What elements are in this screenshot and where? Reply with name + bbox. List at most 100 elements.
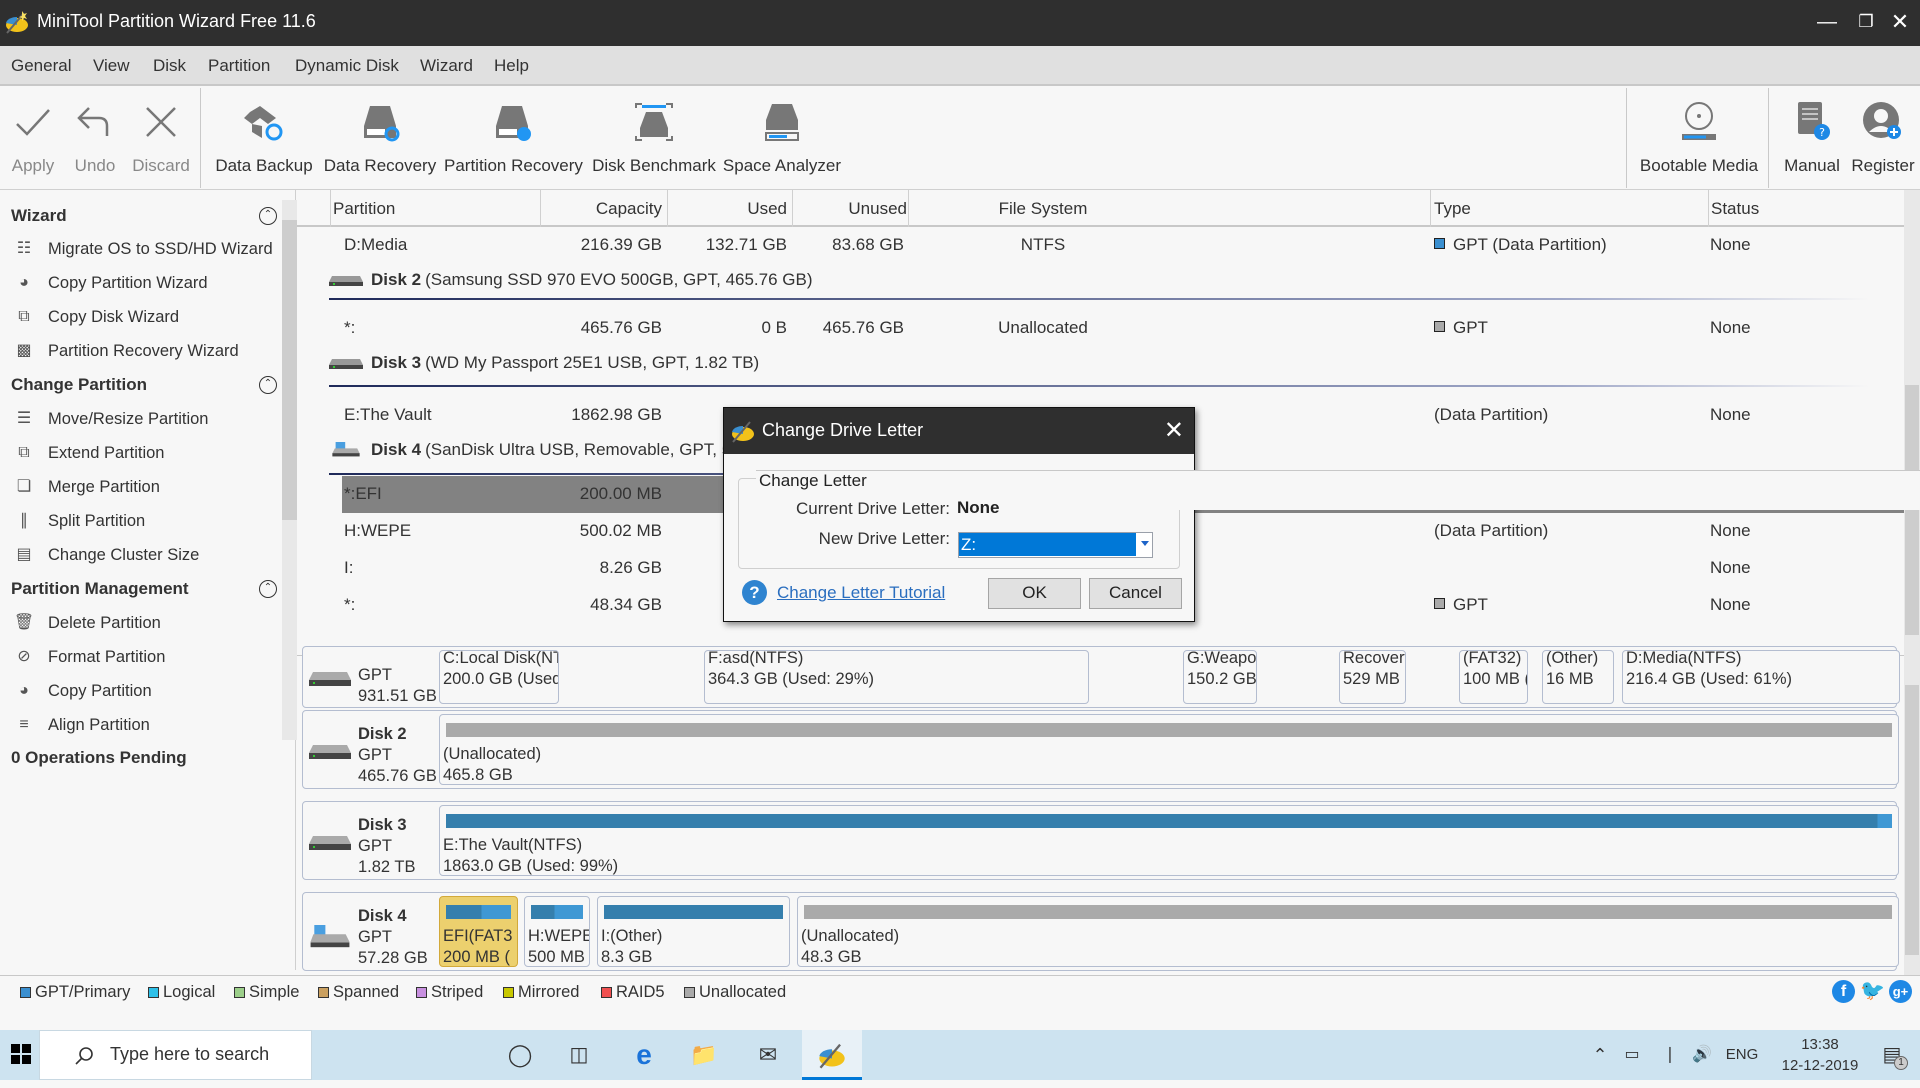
menu-general[interactable]: General bbox=[11, 56, 71, 76]
collapse-change-partition-icon[interactable]: ⌃ bbox=[259, 376, 277, 394]
sidebar-item-copy-partition[interactable]: ◕ Copy Partition bbox=[13, 680, 151, 702]
register-button[interactable]: Register bbox=[1850, 88, 1916, 190]
cancel-button[interactable]: Cancel bbox=[1089, 578, 1182, 609]
col-file-system[interactable]: File System bbox=[908, 199, 1178, 219]
partition-block[interactable]: H:WEPE(500 MB ( bbox=[524, 896, 590, 967]
partition-block[interactable]: (Unallocated) 465.8 GB bbox=[439, 714, 1899, 785]
sidebar-item-copy-disk-wizard[interactable]: ⧉ Copy Disk Wizard bbox=[13, 306, 179, 328]
table-row[interactable]: D:Media 216.39 GB 132.71 GB 83.68 GB NTFS GPT… bbox=[297, 227, 1904, 264]
data-backup-button[interactable]: Data Backup bbox=[212, 88, 316, 190]
show-hidden-icons-chevron[interactable]: ⌃ bbox=[1585, 1030, 1615, 1080]
sidebar-item-align[interactable]: ≡ Align Partition bbox=[13, 714, 149, 736]
close-button[interactable]: ✕ bbox=[1880, 0, 1920, 46]
manual-button[interactable]: ? Manual bbox=[1776, 88, 1848, 190]
edge-browser-icon[interactable]: e bbox=[616, 1030, 672, 1080]
volume-icon[interactable]: 🔊 bbox=[1687, 1030, 1717, 1080]
partition-block[interactable]: (Other) 16 MB bbox=[1542, 650, 1614, 704]
partition-block[interactable]: EFI(FAT3 200 MB ( bbox=[439, 896, 518, 967]
table-scrollbar[interactable] bbox=[1904, 190, 1920, 655]
partition-block[interactable]: C:Local Disk(NTFS) 200.0 GB (Used: 14%) bbox=[439, 650, 559, 704]
disk-map-row[interactable]: Disk 3 GPT 1.82 TB E:The Vault(NTFS) 1863.0 … bbox=[302, 801, 1899, 880]
partition-block[interactable]: (FAT32) 100 MB ( bbox=[1459, 650, 1528, 704]
sidebar-item-delete[interactable]: 🗑 Delete Partition bbox=[13, 612, 161, 634]
disk-map-row[interactable]: GPT 931.51 GB C:Local Disk(NTFS) 200.0 GB (… bbox=[302, 646, 1900, 708]
action-center-icon[interactable]: ▤ 1 bbox=[1870, 1030, 1914, 1080]
menu-help[interactable]: Help bbox=[494, 56, 529, 76]
sidebar-item-extend[interactable]: ⧉ Extend Partition bbox=[13, 442, 164, 464]
disk-header-row[interactable]: Disk 4 (SanDisk Ultra USB, Removable, GPT… bbox=[329, 440, 731, 460]
help-icon[interactable]: ? bbox=[742, 580, 767, 605]
partition-block[interactable]: G:Weapon Hostler(NTFS 150.2 GB (Used: 66%… bbox=[1183, 650, 1257, 704]
sidebar-scrollbar[interactable] bbox=[282, 200, 297, 740]
col-capacity[interactable]: Capacity bbox=[582, 199, 662, 219]
sidebar-item-change-cluster-size[interactable]: ▤ Change Cluster Size bbox=[13, 544, 199, 566]
col-status[interactable]: Status bbox=[1711, 199, 1759, 219]
chevron-down-icon[interactable] bbox=[1141, 541, 1149, 546]
disk-benchmark-button[interactable]: Disk Benchmark bbox=[592, 88, 716, 190]
menu-disk[interactable]: Disk bbox=[153, 56, 186, 76]
disk-map-row[interactable]: Disk 2 GPT 465.76 GB (Unallocated) 465.8 GB bbox=[302, 710, 1899, 789]
data-recovery-button[interactable]: Data Recovery bbox=[322, 88, 438, 190]
sidebar-scroll-thumb[interactable] bbox=[282, 220, 297, 520]
ok-button[interactable]: OK bbox=[988, 578, 1081, 609]
minitool-taskbar-icon[interactable] bbox=[802, 1030, 862, 1080]
partition-block[interactable]: I:(Other) 8.3 GB bbox=[597, 896, 790, 967]
disk-map-scrollbar[interactable] bbox=[1904, 655, 1920, 975]
mail-icon[interactable]: ✉ bbox=[740, 1030, 796, 1080]
taskbar-search[interactable]: Type here to search bbox=[39, 1030, 312, 1080]
disk-header-row[interactable]: Disk 3 (WD My Passport 25E1 USB, GPT, 1.8… bbox=[329, 353, 759, 373]
cell-status: None bbox=[1710, 558, 1751, 577]
sidebar-item-move-resize[interactable]: ☰ Move/Resize Partition bbox=[13, 408, 209, 430]
space-analyzer-button[interactable]: Space Analyzer bbox=[722, 88, 842, 190]
disk-map-scroll-thumb[interactable] bbox=[1905, 685, 1919, 955]
cell-capacity: 200.00 MB bbox=[579, 484, 662, 503]
sidebar-item-split[interactable]: ∥ Split Partition bbox=[13, 510, 145, 532]
partition-block[interactable]: D:Media(NTFS) 216.4 GB (Used: 61%) bbox=[1622, 650, 1900, 704]
bootable-media-button[interactable]: Bootable Media bbox=[1636, 88, 1762, 190]
cell-type: GPT bbox=[1453, 318, 1488, 337]
disk-size: 57.28 GB bbox=[358, 949, 428, 967]
file-explorer-icon[interactable]: 📁 bbox=[676, 1030, 732, 1080]
sidebar-item-migrate-os[interactable]: ☷ Migrate OS to SSD/HD Wizard bbox=[13, 238, 273, 260]
new-drive-letter-select[interactable]: Z: bbox=[958, 532, 1153, 558]
discard-button[interactable]: Discard bbox=[128, 88, 194, 190]
partition-block[interactable]: F:asd(NTFS) 364.3 GB (Used: 29%) bbox=[704, 650, 1089, 704]
sidebar-item-format[interactable]: ⊘ Format Partition bbox=[13, 646, 165, 668]
change-letter-tutorial-link[interactable]: Change Letter Tutorial bbox=[777, 583, 945, 603]
col-used[interactable]: Used bbox=[717, 199, 787, 219]
twitter-icon[interactable]: 🐦 bbox=[1860, 980, 1885, 1003]
col-type[interactable]: Type bbox=[1434, 199, 1471, 219]
menu-partition[interactable]: Partition bbox=[208, 56, 270, 76]
col-unused[interactable]: Unused bbox=[827, 199, 907, 219]
windows-start-icon[interactable] bbox=[2, 1030, 40, 1080]
partition-block[interactable]: Recovery 529 MB ( bbox=[1339, 650, 1406, 704]
facebook-icon[interactable]: f bbox=[1832, 980, 1855, 1003]
undo-button[interactable]: Undo bbox=[66, 88, 124, 190]
partition-block[interactable]: (Unallocated) 48.3 GB bbox=[797, 896, 1899, 967]
sidebar-item-copy-partition-wizard[interactable]: ◕ Copy Partition Wizard bbox=[13, 272, 207, 294]
table-row[interactable]: *: 465.76 GB 0 B 465.76 GB Unallocated GPT Non… bbox=[297, 310, 1904, 347]
wifi-icon[interactable]: ❘ bbox=[1655, 1030, 1685, 1080]
menu-dynamic-disk[interactable]: Dynamic Disk bbox=[295, 56, 399, 76]
col-partition[interactable]: Partition bbox=[333, 199, 395, 219]
sidebar-item-merge[interactable]: ❏ Merge Partition bbox=[13, 476, 160, 498]
battery-icon[interactable]: ▭ bbox=[1617, 1030, 1647, 1080]
task-view-icon[interactable]: ◫ bbox=[551, 1030, 607, 1080]
disk-map-row[interactable]: Disk 4 GPT 57.28 GB EFI(FAT3 200 MB (H:WEPE(… bbox=[302, 892, 1899, 971]
collapse-partition-management-icon[interactable]: ⌃ bbox=[259, 580, 277, 598]
menu-view[interactable]: View bbox=[93, 56, 130, 76]
disk-header-row[interactable]: Disk 2 (Samsung SSD 970 EVO 500GB, GPT, 4… bbox=[329, 270, 813, 290]
dialog-close-icon[interactable]: ✕ bbox=[1164, 416, 1184, 445]
minimize-button[interactable]: — bbox=[1807, 0, 1847, 46]
menu-wizard[interactable]: Wizard bbox=[420, 56, 473, 76]
table-scroll-thumb[interactable] bbox=[1905, 385, 1919, 635]
cortana-icon[interactable]: ◯ bbox=[492, 1030, 548, 1080]
apply-button[interactable]: Apply bbox=[2, 88, 64, 190]
clock[interactable]: 13:38 12-12-2019 bbox=[1770, 1034, 1870, 1076]
partition-recovery-button[interactable]: Partition Recovery bbox=[444, 88, 583, 190]
language-indicator[interactable]: ENG bbox=[1720, 1030, 1764, 1080]
collapse-wizard-icon[interactable]: ⌃ bbox=[259, 207, 277, 225]
google-plus-icon[interactable]: g+ bbox=[1889, 980, 1912, 1003]
sidebar-item-partition-recovery-wizard[interactable]: ▩ Partition Recovery Wizard bbox=[13, 340, 238, 362]
partition-block[interactable]: E:The Vault(NTFS) 1863.0 GB (Used: 99%) bbox=[439, 805, 1899, 876]
